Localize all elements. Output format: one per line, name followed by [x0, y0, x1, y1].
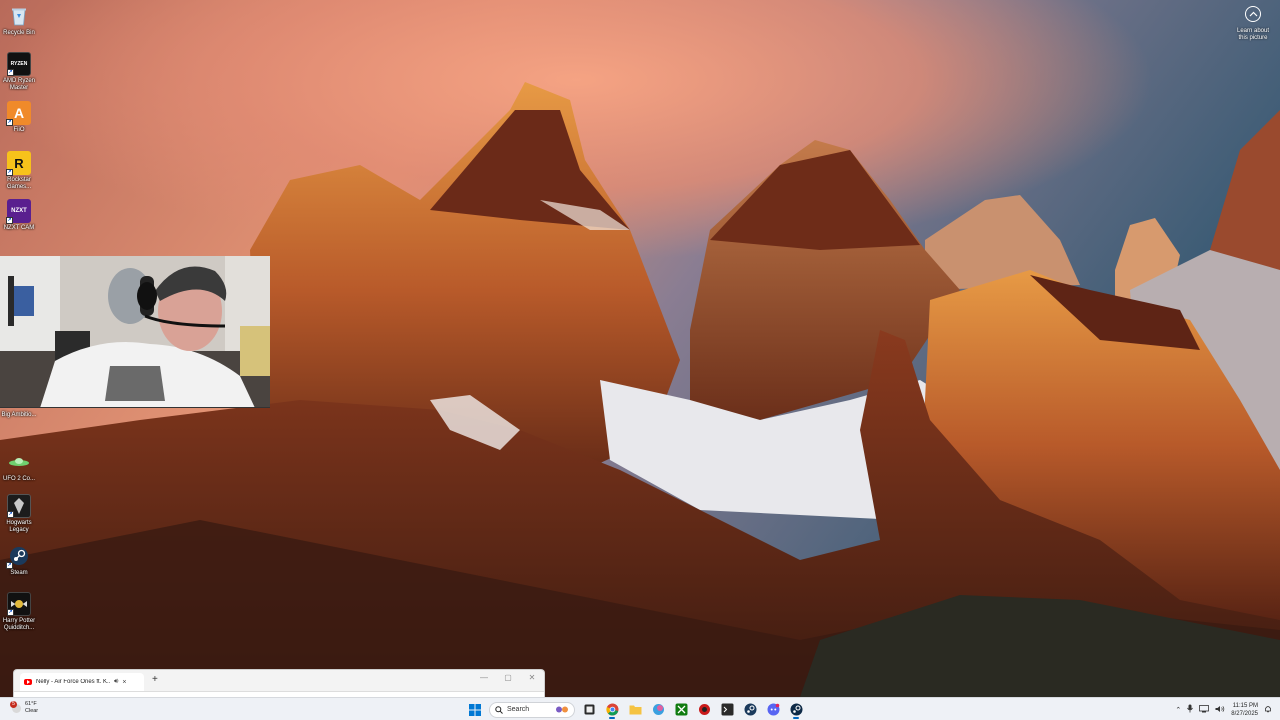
taskbar-discord[interactable]	[764, 701, 782, 719]
shortcut-arrow-icon: ↗	[6, 119, 13, 126]
desktop-icon-label: FiiO	[13, 127, 25, 133]
shortcut-arrow-icon: ↗	[6, 169, 13, 176]
close-window-button[interactable]: ✕	[520, 673, 544, 682]
volume-icon[interactable]	[1215, 705, 1225, 715]
notification-bell-icon[interactable]	[1264, 705, 1272, 715]
taskbar-center: Search	[466, 700, 805, 719]
taskbar-rockstar-launcher[interactable]	[695, 701, 713, 719]
shortcut-arrow-icon: ↗	[7, 609, 14, 616]
task-view-button[interactable]	[580, 701, 598, 719]
desktop-icon-steam[interactable]: ↗ Steam	[0, 544, 38, 577]
weather-temp: 61°F	[25, 701, 37, 707]
desktop-icon-label: UFO 2 Co...	[2, 476, 35, 482]
steam-taskbar-icon	[744, 703, 756, 716]
taskbar-steam[interactable]	[741, 701, 759, 719]
folder-icon	[629, 705, 641, 715]
shortcut-arrow-icon: ↗	[6, 562, 13, 569]
camera-info-icon	[1245, 6, 1261, 22]
taskbar-steam-active[interactable]	[787, 701, 805, 719]
browser-window[interactable]: Nelly - Air Force Ones ft. K... 🔊︎ × + —…	[13, 669, 545, 698]
clock-time: 11:15 PM	[1232, 702, 1258, 709]
tab-close-button[interactable]: ×	[122, 679, 126, 686]
window-controls: — ▢ ✕	[472, 673, 544, 682]
rockstar-icon: R ↗	[6, 151, 31, 176]
windows-logo-icon	[469, 703, 481, 716]
ryzen-master-icon: RYZEN ↗	[7, 52, 31, 76]
taskbar-chrome[interactable]	[603, 701, 621, 719]
desktop-icon-label: Steam	[10, 570, 28, 576]
youtube-icon	[24, 679, 32, 685]
nzxt-cam-icon: NZXT ↗	[6, 199, 31, 224]
hogwarts-legacy-icon: ↗	[7, 494, 31, 518]
rockstar-tile-text: R	[14, 155, 24, 171]
browser-tab-active[interactable]: Nelly - Air Force Ones ft. K... 🔊︎ ×	[20, 673, 144, 691]
desktop-icon-big-ambitions[interactable]: Big Ambitio...	[0, 410, 38, 419]
nzxt-tile-text: NZXT	[11, 208, 27, 214]
shortcut-arrow-icon: ↗	[7, 69, 14, 76]
moon-weather-icon: 5	[10, 700, 21, 713]
webcam-overlay	[0, 256, 270, 408]
webcam-feed-image	[0, 256, 270, 407]
desktop-icon-ufo[interactable]: UFO 2 Co...	[0, 450, 38, 483]
taskbar-xbox[interactable]	[672, 701, 690, 719]
chrome-icon	[605, 703, 618, 716]
weather-condition: Clear	[25, 708, 39, 714]
desktop-icon-label: Rockstar Games...	[6, 177, 32, 190]
ufo-icon	[7, 450, 31, 474]
taskbar-terminal[interactable]	[718, 701, 736, 719]
search-highlight-icon	[556, 706, 568, 713]
tab-audio-icon[interactable]: 🔊︎	[114, 678, 118, 686]
new-tab-button[interactable]: +	[152, 674, 158, 685]
desktop-icon-label: Recycle Bin	[3, 30, 35, 36]
learn-about-label: Learn about this picture	[1236, 28, 1270, 41]
search-placeholder: Search	[507, 706, 530, 713]
recycle-bin-icon	[7, 4, 31, 28]
fiio-icon: A ↗	[6, 101, 31, 126]
xbox-icon	[675, 703, 687, 716]
weather-widget[interactable]: 5 61°F Clear	[10, 700, 39, 715]
desktop-icon-rockstar[interactable]: R ↗ Rockstar Games...	[0, 151, 38, 191]
desktop-icon-fiio[interactable]: A ↗ FiiO	[0, 101, 38, 134]
terminal-icon	[721, 703, 733, 716]
learn-about-picture-button[interactable]: Learn about this picture	[1234, 6, 1272, 42]
steam-active-icon	[790, 703, 802, 716]
desktop-icon-label: Harry Potter Quidditch...	[2, 618, 36, 631]
desktop-icon-label: NZXT CAM	[3, 225, 35, 231]
desktop-icon-recycle-bin[interactable]: Recycle Bin	[0, 4, 38, 37]
network-icon[interactable]	[1199, 704, 1210, 715]
system-tray: ⌃ 11:15 PM 8/27/2025	[1175, 700, 1272, 719]
microphone-icon[interactable]	[1187, 704, 1194, 715]
taskbar-file-explorer[interactable]	[626, 701, 644, 719]
taskbar-copilot[interactable]	[649, 701, 667, 719]
discord-icon	[767, 703, 779, 716]
taskbar-clock[interactable]: 11:15 PM 8/27/2025	[1231, 702, 1258, 718]
shortcut-arrow-icon: ↗	[6, 217, 13, 224]
steam-icon: ↗	[6, 544, 31, 569]
task-view-icon	[584, 704, 594, 715]
start-button[interactable]	[466, 701, 484, 719]
taskbar-search[interactable]: Search	[489, 701, 575, 718]
desktop-icon-label: Hogwarts Legacy	[6, 520, 32, 533]
taskbar: 5 61°F Clear Search ⌃ 11:15 PM 8/27/2025	[0, 697, 1280, 720]
search-icon	[495, 705, 503, 714]
notification-badge: 5	[10, 700, 17, 708]
quidditch-icon: ↗	[7, 592, 31, 616]
desktop-icon-quidditch[interactable]: ↗ Harry Potter Quidditch...	[0, 592, 38, 632]
chevron-up-icon[interactable]: ⌃	[1175, 706, 1181, 714]
shortcut-arrow-icon: ↗	[7, 511, 14, 518]
rockstar-launcher-icon	[698, 704, 710, 715]
desktop-icon-ryzen-master[interactable]: RYZEN ↗ AMD Ryzen Master	[0, 52, 38, 92]
tab-title: Nelly - Air Force Ones ft. K...	[36, 679, 110, 685]
maximize-button[interactable]: ▢	[496, 673, 520, 682]
ryzen-tile-text: RYZEN	[10, 61, 28, 67]
minimize-button[interactable]: —	[472, 673, 496, 682]
desktop-icon-nzxt-cam[interactable]: NZXT ↗ NZXT CAM	[0, 199, 38, 232]
desktop-icon-hogwarts-legacy[interactable]: ↗ Hogwarts Legacy	[0, 494, 38, 534]
fiio-tile-text: A	[13, 105, 25, 121]
desktop-icon-label: AMD Ryzen Master	[2, 78, 35, 91]
copilot-icon	[652, 704, 664, 715]
desktop-icon-label: Big Ambitio...	[1, 412, 37, 418]
clock-date: 8/27/2025	[1231, 710, 1258, 717]
